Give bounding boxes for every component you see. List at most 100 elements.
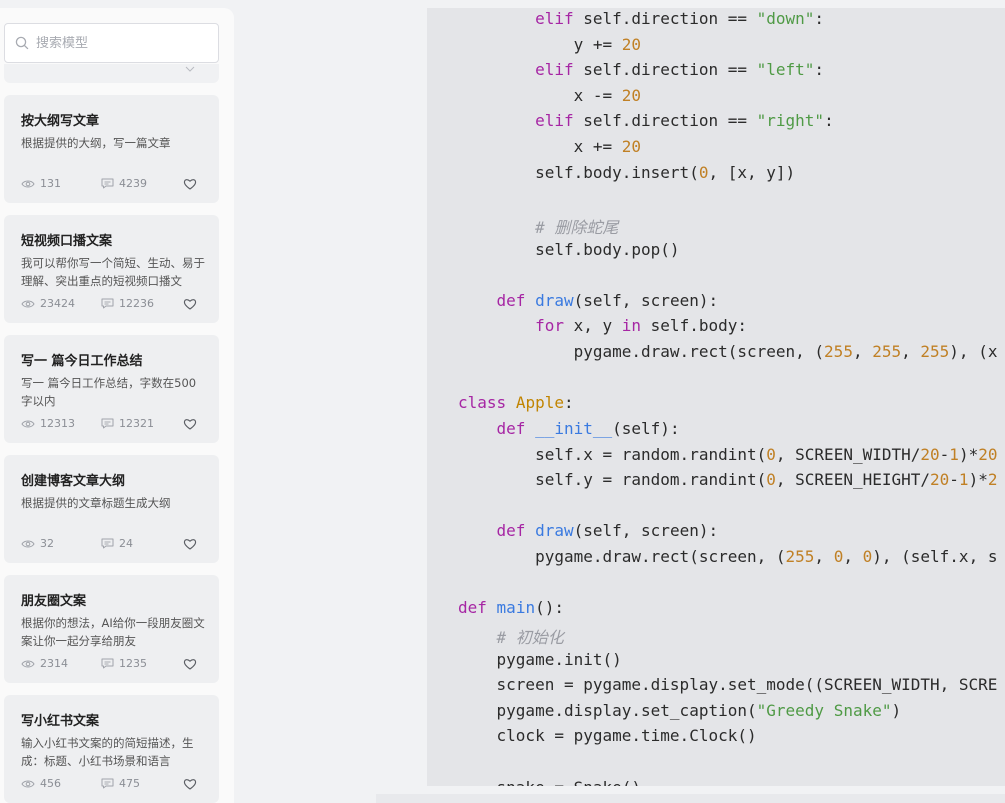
code-token: 0 xyxy=(766,470,776,490)
partial-card[interactable] xyxy=(4,64,219,83)
code-token: 20 xyxy=(930,470,950,490)
code-token: 0 xyxy=(766,444,776,464)
comments-count: 1235 xyxy=(119,657,147,670)
code-token: x, y xyxy=(563,316,622,336)
code-token: (self, screen): xyxy=(573,290,719,310)
card-stats: 23424 12236 xyxy=(21,297,207,311)
code-token: , xyxy=(852,342,873,362)
card-stats: 456 475 xyxy=(21,777,207,791)
eye-icon xyxy=(21,660,35,667)
search-input[interactable] xyxy=(36,35,206,51)
code-token: self.body.insert( xyxy=(458,162,699,182)
code-line: elif self.direction == "down": xyxy=(458,9,824,31)
heart-icon[interactable] xyxy=(183,177,197,191)
code-token: 20 xyxy=(621,85,642,105)
heart-icon[interactable] xyxy=(183,777,197,791)
code-token: 2 xyxy=(987,470,998,490)
code-line: class Apple: xyxy=(458,393,574,415)
comments-count: 475 xyxy=(119,777,140,790)
code-token: 20 xyxy=(621,34,642,54)
code-token: : xyxy=(814,60,825,80)
views-count: 131 xyxy=(40,177,61,190)
code-token: : xyxy=(563,393,574,413)
card-title: 写一 篇今日工作总结 xyxy=(21,354,143,369)
comments-count: 12321 xyxy=(119,417,154,430)
code-token: for xyxy=(535,316,564,336)
code-line: pygame.draw.rect(screen, (255, 0, 0), (s… xyxy=(458,547,997,569)
code-line: pygame.draw.rect(screen, (255, 255, 255)… xyxy=(458,342,998,364)
search-box[interactable] xyxy=(4,23,219,63)
model-card[interactable]: 按大纲写文章 根据提供的大纲，写一篇文章 131 4239 xyxy=(4,95,219,203)
model-card[interactable]: 写小红书文案 输入小红书文案的的简短描述，生成：标题、小红书场景和语言 456 … xyxy=(4,695,219,803)
code-token: : xyxy=(814,9,825,28)
code-token: main xyxy=(496,598,536,618)
comments-stat: 24 xyxy=(101,537,133,550)
horizontal-scrollbar[interactable] xyxy=(376,794,1005,803)
code-token: def xyxy=(496,290,526,310)
code-token: , xyxy=(843,547,863,567)
code-token: clock = pygame.time.Clock() xyxy=(458,726,757,746)
code-line: # 初始化 xyxy=(458,624,564,647)
views-stat: 456 xyxy=(21,777,61,790)
model-card[interactable]: 短视频口播文案 我可以帮你写一个简短、生动、易于理解、突出重点的短视频口播文 2… xyxy=(4,215,219,323)
card-stats: 131 4239 xyxy=(21,177,207,191)
code-line: self.y = random.randint(0, SCREEN_HEIGHT… xyxy=(458,470,997,492)
eye-icon xyxy=(21,780,35,787)
code-token: (): xyxy=(535,598,564,618)
card-description: 写一 篇今日工作总结，字数在500字以内 xyxy=(21,376,197,408)
code-line: self.x = random.randint(0, SCREEN_WIDTH/… xyxy=(458,445,997,467)
heart-icon[interactable] xyxy=(183,417,197,431)
code-token: screen = pygame.display.set_mode((SCREEN… xyxy=(458,675,998,695)
code-token: ) xyxy=(891,700,902,720)
views-stat: 2314 xyxy=(21,657,68,670)
views-count: 32 xyxy=(40,537,54,550)
views-count: 12313 xyxy=(40,417,75,430)
code-token: ), (self.x, s xyxy=(872,547,998,567)
code-token: : xyxy=(824,111,834,131)
heart-icon[interactable] xyxy=(183,297,197,311)
code-token: )* xyxy=(968,470,988,490)
code-line: pygame.init() xyxy=(458,650,622,672)
code-line: snake = Snake() xyxy=(458,778,642,786)
code-token: elif xyxy=(535,111,574,131)
code-token: x += xyxy=(458,137,622,157)
code-token: 1 xyxy=(949,444,959,464)
code-token: self.x = random.randint( xyxy=(458,444,767,464)
model-card[interactable]: 朋友圈文案 根据你的想法，AI给你一段朋友圈文案让你一起分享给朋友 2314 1… xyxy=(4,575,219,683)
code-token: 20 xyxy=(621,137,642,157)
code-token: ), (x xyxy=(949,342,998,362)
code-token: "right" xyxy=(756,111,825,131)
code-line: def draw(self, screen): xyxy=(458,290,719,313)
code-token: "Greedy Snake" xyxy=(756,700,892,720)
card-description: 根据提供的文章标题生成大纲 xyxy=(21,496,171,510)
code-token: # 删除蛇尾 xyxy=(535,217,619,237)
code-line: def main(): xyxy=(458,598,564,620)
code-token: def xyxy=(458,598,487,618)
comments-count: 12236 xyxy=(119,297,154,310)
card-stats: 12313 12321 xyxy=(21,417,207,431)
model-card[interactable]: 写一 篇今日工作总结 写一 篇今日工作总结，字数在500字以内 12313 12… xyxy=(4,335,219,443)
heart-icon[interactable] xyxy=(183,657,197,671)
comment-icon xyxy=(101,658,114,669)
card-title: 创建博客文章大纲 xyxy=(21,474,126,489)
comments-count: 4239 xyxy=(119,177,147,190)
heart-icon[interactable] xyxy=(183,537,197,551)
views-count: 2314 xyxy=(40,657,68,670)
model-card[interactable]: 创建博客文章大纲 根据提供的文章标题生成大纲 32 24 xyxy=(4,455,219,563)
code-token: self.y = random.randint( xyxy=(458,470,767,490)
code-token: 255 xyxy=(872,342,902,362)
card-description: 根据你的想法，AI给你一段朋友圈文案让你一起分享给朋友 xyxy=(21,616,205,648)
code-token: pygame.draw.rect(screen, ( xyxy=(458,547,786,567)
comments-stat: 4239 xyxy=(101,177,147,190)
code-line: # 删除蛇尾 xyxy=(458,214,619,237)
code-token: self.direction == xyxy=(573,60,757,80)
code-line: self.body.insert(0, [x, y]) xyxy=(458,163,795,185)
